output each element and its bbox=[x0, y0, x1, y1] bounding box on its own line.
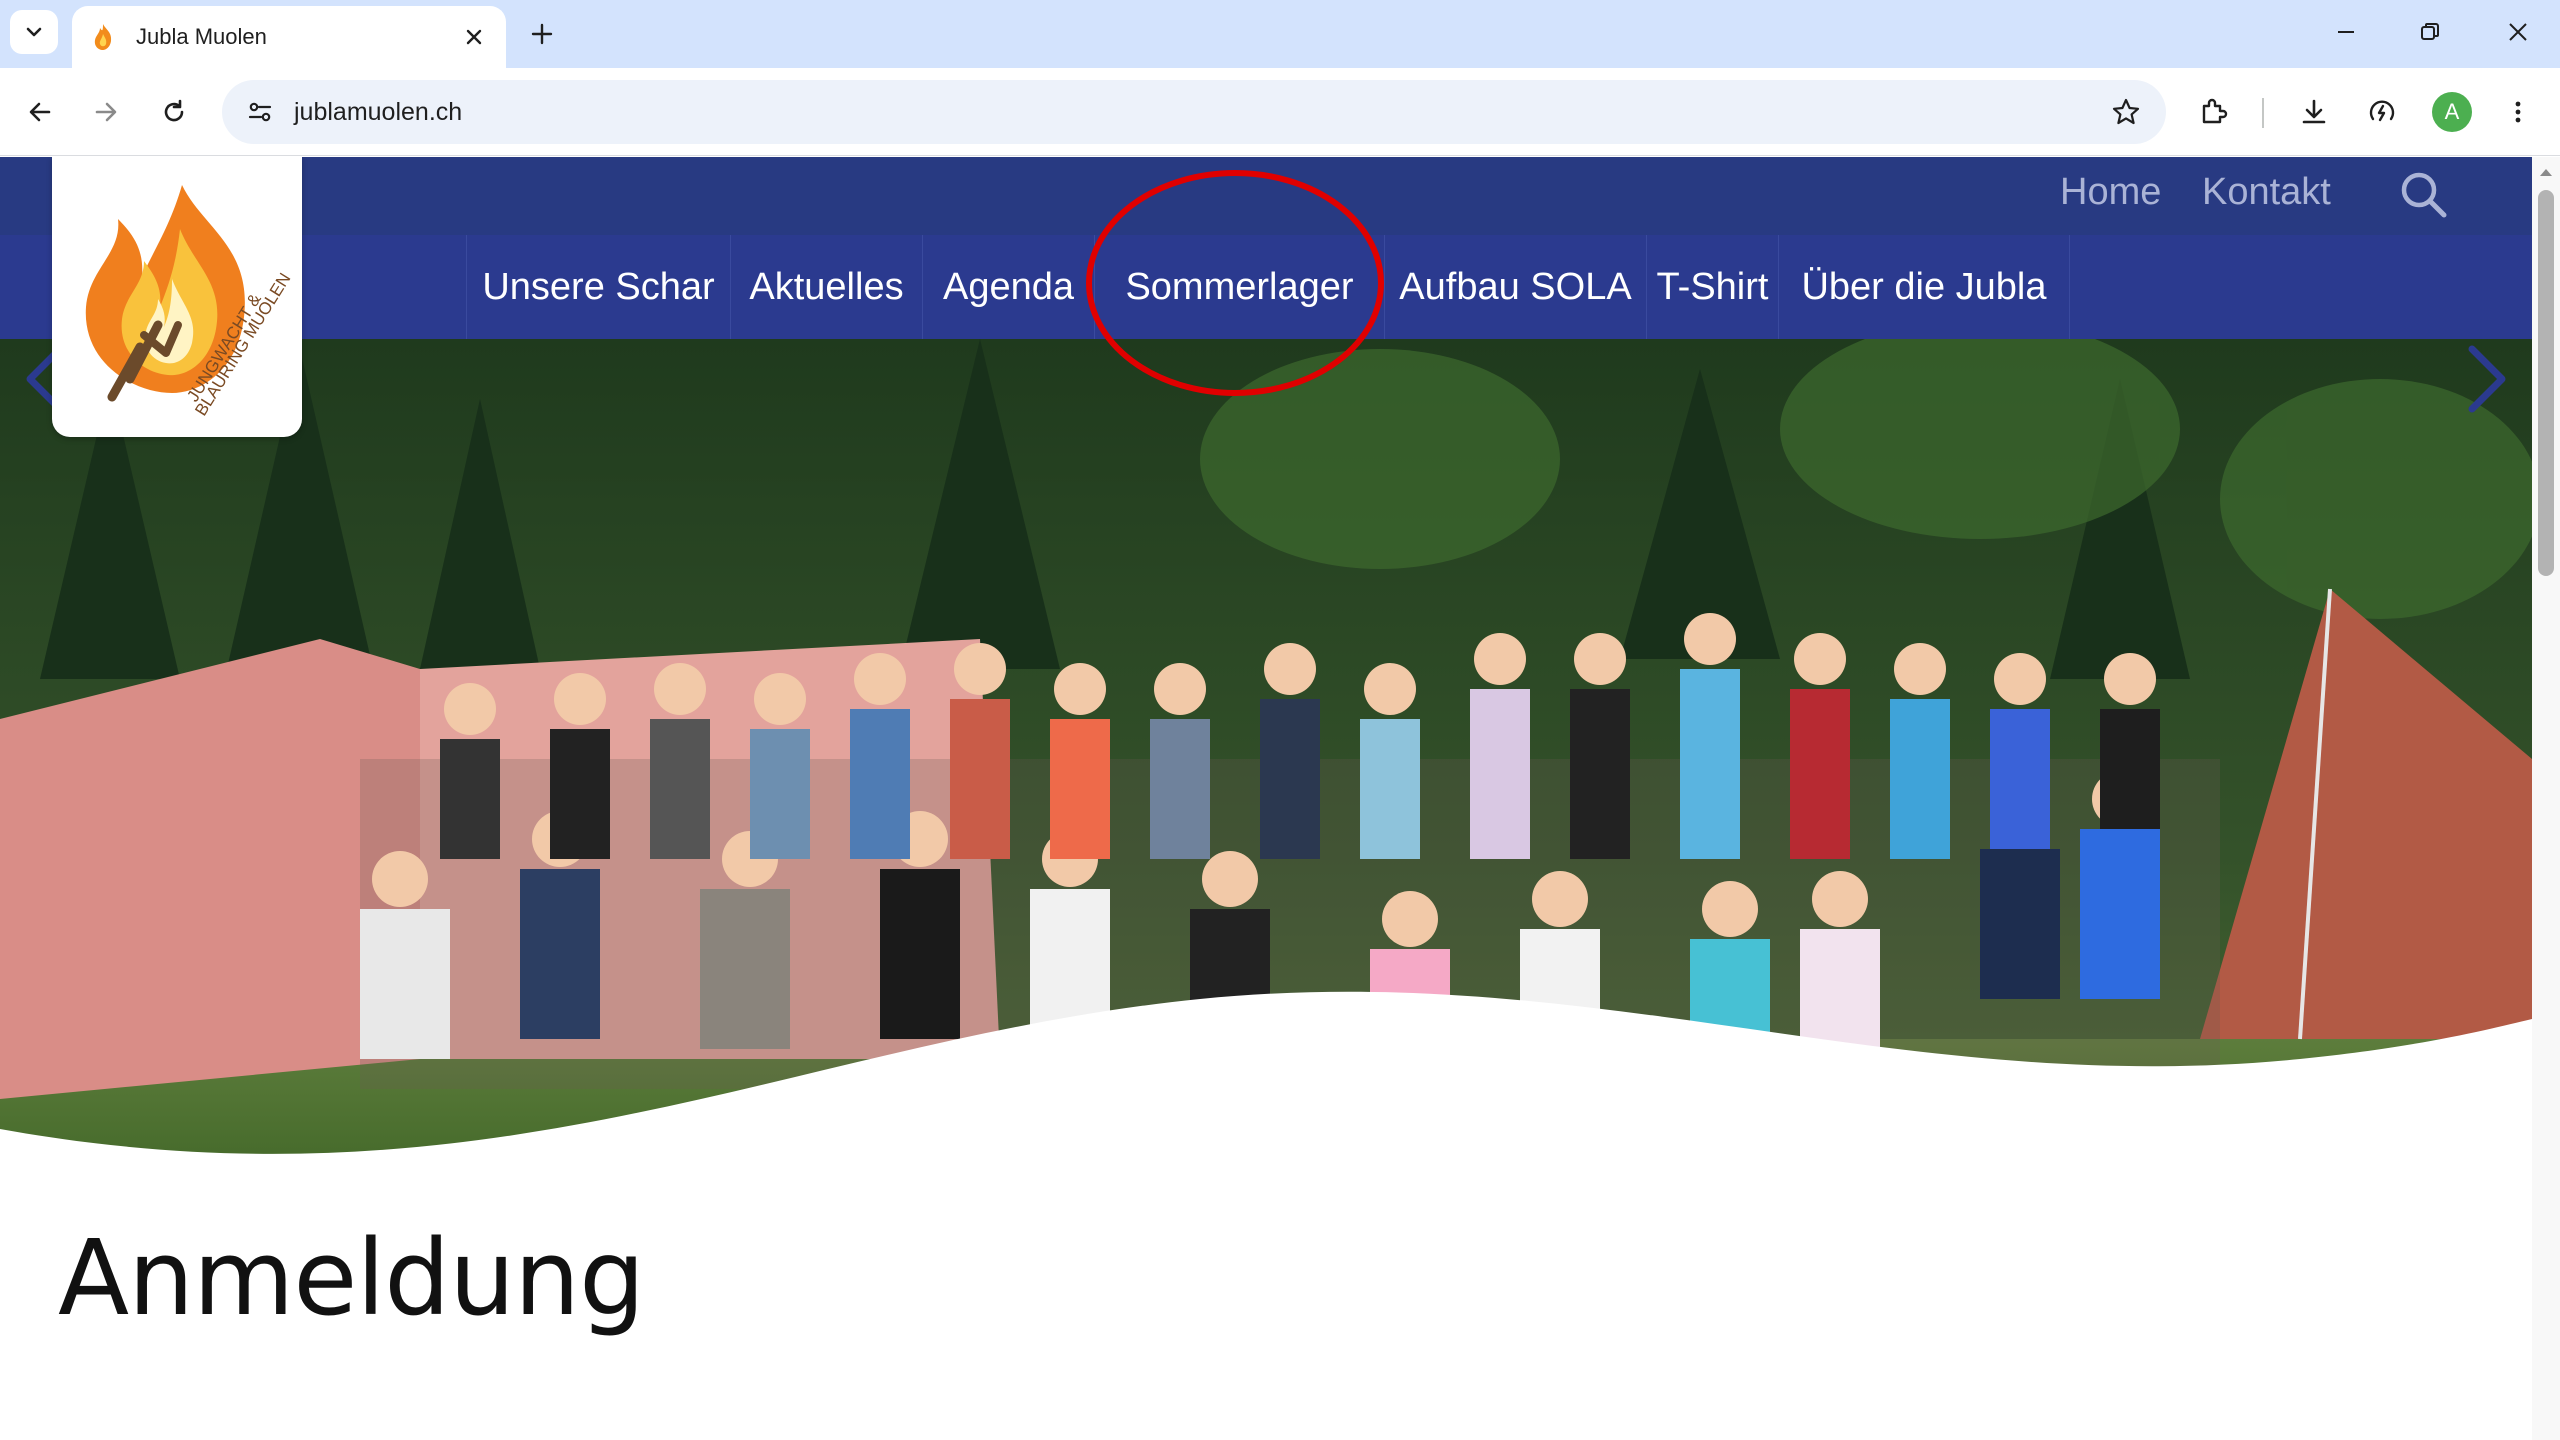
reload-button[interactable] bbox=[148, 86, 200, 138]
bookmark-star-button[interactable] bbox=[2104, 90, 2148, 134]
chevron-right-icon[interactable] bbox=[2456, 339, 2516, 419]
performance-icon bbox=[2369, 100, 2395, 122]
tab-strip: Jubla Muolen bbox=[0, 0, 2560, 68]
top-link-home[interactable]: Home bbox=[2060, 171, 2161, 214]
profile-avatar[interactable]: A bbox=[2432, 92, 2472, 132]
nav-item-t-shirt[interactable]: T-Shirt bbox=[1646, 235, 1778, 339]
tab-title: Jubla Muolen bbox=[136, 24, 267, 49]
star-icon bbox=[2112, 98, 2140, 125]
extensions-button[interactable] bbox=[2188, 86, 2240, 138]
address-bar[interactable]: jublamuolen.ch bbox=[222, 80, 2166, 144]
tab-close-button[interactable] bbox=[458, 21, 490, 53]
minimize-icon bbox=[2338, 31, 2354, 33]
browser-toolbar: jublamuolen.ch A bbox=[0, 68, 2560, 156]
jubla-flame-logo: JUNGWACHT & BLAURING MUOLEN bbox=[85, 185, 294, 419]
site-info-button[interactable] bbox=[240, 92, 280, 132]
close-icon bbox=[2509, 23, 2527, 41]
site-logo[interactable]: JUNGWACHT & BLAURING MUOLEN bbox=[52, 157, 302, 437]
extensions-icon bbox=[2202, 98, 2228, 124]
back-button[interactable] bbox=[14, 86, 66, 138]
scroll-up-icon[interactable] bbox=[2536, 162, 2556, 182]
back-icon bbox=[29, 102, 51, 122]
forward-button[interactable] bbox=[80, 86, 132, 138]
new-tab-button[interactable] bbox=[520, 12, 564, 56]
nav-item-sommerlager[interactable]: Sommerlager bbox=[1094, 235, 1384, 339]
forward-icon bbox=[95, 102, 117, 122]
minimize-button[interactable] bbox=[2318, 8, 2374, 56]
nav-item-aufbau-sola[interactable]: Aufbau SOLA bbox=[1384, 235, 1646, 339]
plus-icon bbox=[531, 23, 553, 45]
tab-list-icon bbox=[26, 27, 42, 37]
flame-favicon-icon bbox=[94, 24, 112, 50]
top-link-kontakt[interactable]: Kontakt bbox=[2202, 171, 2331, 214]
menu-icon bbox=[2515, 101, 2521, 123]
browser-tab[interactable]: Jubla Muolen bbox=[72, 6, 506, 68]
site-top-bar: Home Kontakt bbox=[0, 157, 2532, 235]
reload-icon bbox=[164, 99, 184, 122]
restore-icon bbox=[2421, 23, 2439, 40]
close-icon bbox=[466, 29, 482, 45]
main-navigation: Unsere Schar Aktuelles Agenda Sommerlage… bbox=[0, 235, 2532, 339]
site-info-icon bbox=[248, 102, 272, 122]
close-window-button[interactable] bbox=[2490, 8, 2546, 56]
page-viewport: Home Kontakt Unsere Schar Aktuelles Agen… bbox=[0, 157, 2560, 1440]
browser-menu-button[interactable] bbox=[2492, 86, 2544, 138]
download-icon bbox=[2302, 99, 2326, 124]
group-photo bbox=[0, 339, 2532, 1199]
downloads-button[interactable] bbox=[2288, 86, 2340, 138]
tab-list-button[interactable] bbox=[10, 10, 58, 54]
nav-item-unsere-schar[interactable]: Unsere Schar bbox=[466, 235, 730, 339]
nav-item-aktuelles[interactable]: Aktuelles bbox=[730, 235, 922, 339]
toolbar-separator bbox=[2262, 98, 2264, 128]
performance-button[interactable] bbox=[2356, 86, 2408, 138]
restore-button[interactable] bbox=[2402, 8, 2458, 56]
url-text[interactable]: jublamuolen.ch bbox=[294, 98, 2104, 127]
scrollbar-thumb[interactable] bbox=[2538, 190, 2554, 576]
nav-item-ueber-die-jubla[interactable]: Über die Jubla bbox=[1778, 235, 2070, 339]
hero-slider[interactable] bbox=[0, 339, 2532, 1199]
page-title: Anmeldung bbox=[58, 1217, 645, 1339]
nav-item-agenda[interactable]: Agenda bbox=[922, 235, 1094, 339]
search-icon[interactable] bbox=[2398, 169, 2450, 221]
